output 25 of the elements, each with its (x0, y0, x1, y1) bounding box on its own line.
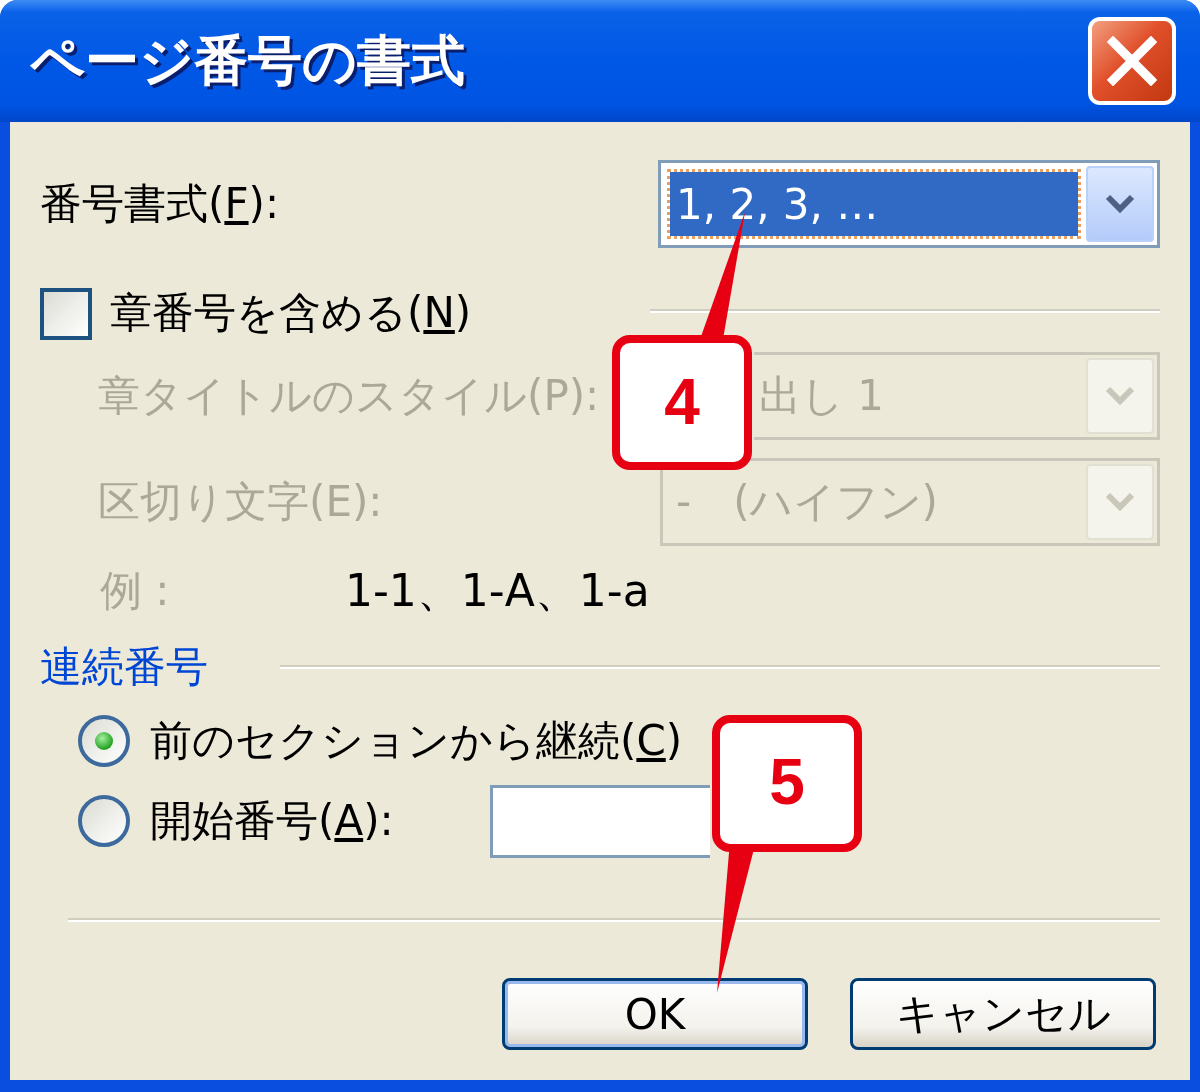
dialog-button[interactable]: OK (502, 978, 808, 1050)
chevron-down-icon (1105, 194, 1135, 214)
dropdown-value: 出し 1 (758, 370, 886, 422)
window-title: ページ番号の書式 (30, 27, 465, 94)
dropdown-button[interactable] (1086, 166, 1154, 242)
field-label: 区切り文字(E): (98, 475, 383, 528)
example-label: 例 : (100, 564, 171, 617)
field-label: 番号書式(F): (40, 177, 280, 230)
chevron-down-icon (1105, 492, 1135, 512)
example-text: 1-1、1-A、1-a (345, 564, 650, 619)
radio-label[interactable]: 前のセクションから継続(C) (150, 711, 683, 771)
chevron-down-icon (1105, 386, 1135, 406)
close-icon (1107, 36, 1157, 86)
radio-button[interactable] (78, 715, 130, 767)
dialog-button[interactable]: キャンセル (850, 978, 1156, 1050)
radio-button[interactable] (78, 795, 130, 847)
group-heading: 連続番号 (40, 640, 208, 693)
step-callout: 5 (710, 713, 864, 995)
checkbox-label[interactable]: 章番号を含める(N) (110, 284, 472, 343)
close-button[interactable] (1088, 17, 1176, 105)
field-label: 章タイトルのスタイル(P): (98, 369, 600, 422)
input-field[interactable] (490, 784, 710, 858)
checkbox[interactable] (40, 287, 92, 340)
dropdown-value: - (ハイフン) (675, 476, 939, 528)
radio-label[interactable]: 開始番号(A): (150, 791, 490, 851)
